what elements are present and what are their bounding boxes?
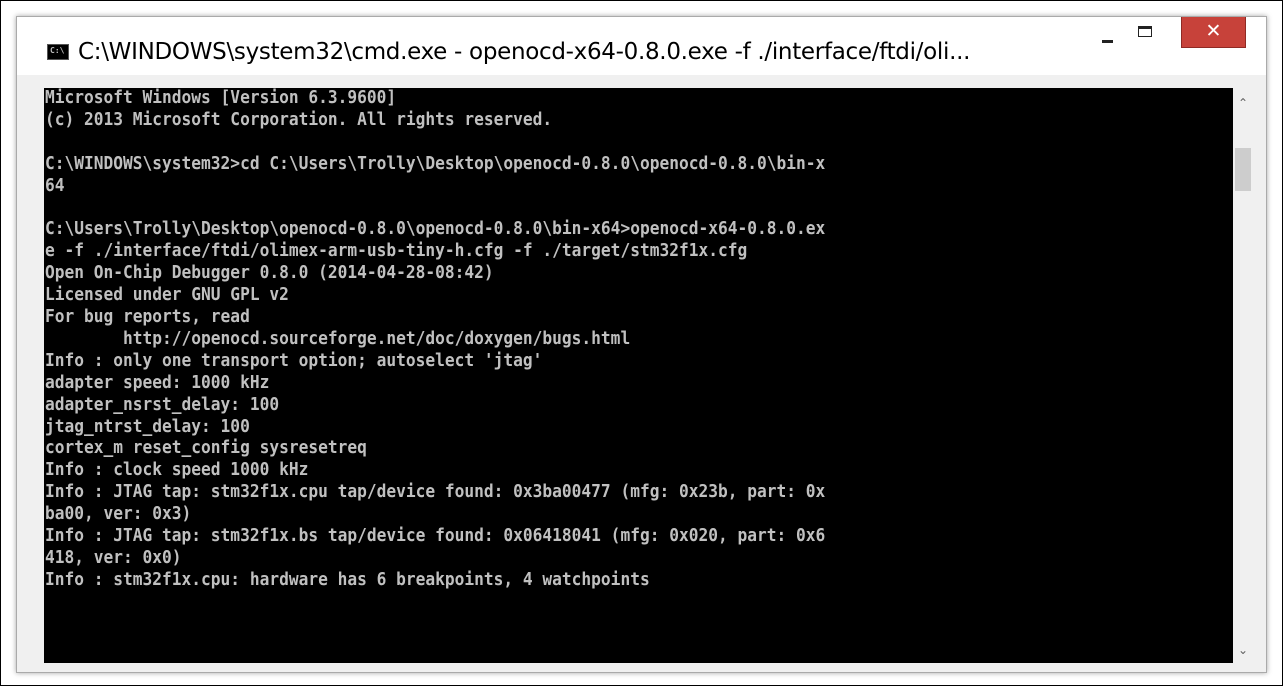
- close-icon: ✕: [1205, 20, 1222, 42]
- console-line: ba00, ver: 0x3): [45, 503, 192, 525]
- console-line: adapter_nsrst_delay: 100: [45, 393, 280, 415]
- cmd-icon-label: C:\: [50, 46, 65, 55]
- cmd-app-icon[interactable]: C:\: [47, 44, 69, 60]
- console-line: Info : stm32f1x.cpu: hardware has 6 brea…: [45, 568, 650, 590]
- console-line: C:\Users\Trolly\Desktop\openocd-0.8.0\op…: [45, 218, 826, 240]
- console-output[interactable]: Microsoft Windows [Version 6.3.9600] (c) …: [44, 88, 1233, 663]
- console-line: http://openocd.sourceforge.net/doc/doxyg…: [45, 327, 631, 349]
- scroll-up-arrow-icon[interactable]: ⌃: [1233, 90, 1253, 116]
- scroll-track[interactable]: [1233, 116, 1253, 637]
- maximize-icon: [1138, 26, 1152, 37]
- console-line: cortex_m reset_config sysresetreq: [45, 437, 367, 459]
- console-line: Info : only one transport option; autose…: [45, 349, 543, 371]
- console-line: For bug reports, read: [45, 306, 250, 327]
- console-line: jtag_ntrst_delay: 100: [45, 415, 250, 437]
- title-bar[interactable]: C:\ C:\WINDOWS\system32\cmd.exe - openoc…: [17, 17, 1266, 75]
- console-line: (c) 2013 Microsoft Corporation. All righ…: [45, 108, 553, 130]
- console-line: Info : JTAG tap: stm32f1x.bs tap/device …: [45, 525, 826, 546]
- cmd-window: C:\ C:\WINDOWS\system32\cmd.exe - openoc…: [16, 16, 1267, 673]
- screenshot-frame: C:\ C:\WINDOWS\system32\cmd.exe - openoc…: [0, 0, 1283, 686]
- console-line: Microsoft Windows [Version 6.3.9600]: [45, 88, 397, 108]
- console-line: adapter speed: 1000 kHz: [45, 371, 270, 393]
- window-title: C:\WINDOWS\system32\cmd.exe - openocd-x6…: [78, 39, 971, 65]
- scroll-down-arrow-icon[interactable]: ⌄: [1233, 637, 1253, 663]
- console-line: Open On-Chip Debugger 0.8.0 (2014-04-28-…: [45, 262, 494, 284]
- console-line: Info : JTAG tap: stm32f1x.cpu tap/device…: [45, 481, 826, 503]
- vertical-scrollbar[interactable]: ⌃ ⌄: [1233, 88, 1253, 663]
- console-line: e -f ./interface/ftdi/olimex-arm-usb-tin…: [45, 240, 748, 262]
- console-line: C:\WINDOWS\system32>cd C:\Users\Trolly\D…: [45, 152, 826, 174]
- maximize-button[interactable]: [1130, 20, 1160, 48]
- minimize-icon: [1102, 40, 1113, 43]
- minimize-button[interactable]: [1093, 20, 1123, 48]
- close-button[interactable]: ✕: [1181, 17, 1246, 48]
- scroll-thumb[interactable]: [1235, 148, 1251, 191]
- console-line: Info : clock speed 1000 kHz: [45, 459, 309, 481]
- console-line: 64: [45, 174, 65, 196]
- console-line: 418, ver: 0x0): [45, 546, 182, 568]
- console-line: Licensed under GNU GPL v2: [45, 284, 289, 306]
